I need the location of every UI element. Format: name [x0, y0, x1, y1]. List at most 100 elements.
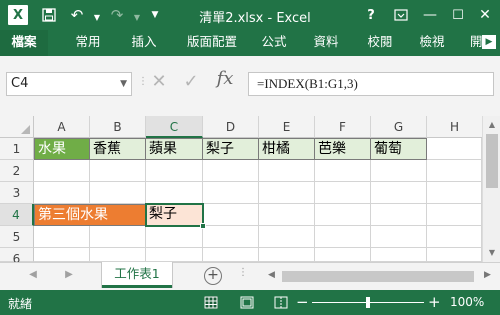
grid-cell[interactable] — [34, 182, 90, 204]
grid-cell[interactable] — [315, 248, 371, 262]
grid-cell[interactable] — [90, 226, 146, 248]
previous-sheet-icon[interactable]: ◀ — [26, 269, 40, 283]
column-header-c[interactable]: C — [146, 116, 203, 138]
grid-cell[interactable] — [259, 182, 315, 204]
grid-cell[interactable] — [315, 204, 371, 226]
fill-handle[interactable] — [200, 223, 206, 229]
grid-cell[interactable] — [427, 248, 482, 262]
redo-dropdown-icon[interactable]: ▼ — [128, 8, 146, 26]
grid-cell[interactable] — [427, 138, 482, 160]
column-header-e[interactable]: E — [259, 116, 315, 138]
cell-f1[interactable]: 芭樂 — [315, 138, 371, 160]
tab-page-layout[interactable]: 版面配置 — [180, 30, 244, 56]
grid-cell[interactable] — [427, 160, 482, 182]
formula-input[interactable]: =INDEX(B1:G1,3) — [248, 72, 494, 96]
grid-cell[interactable] — [146, 160, 203, 182]
close-icon[interactable]: ✕ — [476, 6, 494, 24]
normal-view-icon[interactable] — [204, 296, 218, 309]
scroll-right-icon[interactable]: ▶ — [484, 270, 491, 280]
add-sheet-icon[interactable]: + — [204, 267, 222, 285]
tab-formulas[interactable]: 公式 — [254, 30, 294, 56]
undo-icon[interactable]: ↶ — [68, 6, 86, 24]
zoom-out-icon[interactable]: − — [296, 293, 309, 311]
page-break-preview-icon[interactable] — [274, 296, 288, 309]
grid-cell[interactable] — [146, 182, 203, 204]
horizontal-scroll-thumb[interactable] — [282, 271, 474, 282]
customize-qat-icon[interactable]: ▼ — [146, 6, 164, 24]
cell-a4[interactable]: 第三個水果 — [34, 204, 146, 226]
grid-cell[interactable] — [371, 160, 427, 182]
tab-home[interactable]: 常用 — [68, 30, 108, 56]
save-icon[interactable] — [40, 6, 58, 24]
grid-cell[interactable] — [371, 204, 427, 226]
grid-cell[interactable] — [371, 248, 427, 262]
grid-cell[interactable] — [315, 182, 371, 204]
grid-cell[interactable] — [371, 226, 427, 248]
vertical-scrollbar[interactable]: ▲ ▼ — [482, 116, 500, 262]
cancel-icon[interactable]: ✕ — [148, 71, 170, 95]
zoom-in-icon[interactable]: + — [428, 293, 441, 311]
tab-file[interactable]: 檔案 — [0, 30, 48, 56]
cell-a1[interactable]: 水果 — [34, 138, 90, 160]
column-header-a[interactable]: A — [34, 116, 90, 138]
next-sheet-icon[interactable]: ▶ — [62, 269, 76, 283]
tab-insert[interactable]: 插入 — [124, 30, 164, 56]
grid-cell[interactable] — [203, 160, 259, 182]
grid-cell[interactable] — [315, 160, 371, 182]
column-header-d[interactable]: D — [203, 116, 259, 138]
row-header-1[interactable]: 1 — [0, 138, 34, 160]
scroll-left-icon[interactable]: ◀ — [268, 270, 275, 280]
name-box-dropdown-icon[interactable]: ▼ — [120, 73, 127, 95]
grid-cell[interactable] — [34, 248, 90, 262]
row-header-5[interactable]: 5 — [0, 226, 34, 248]
grid-cell[interactable] — [90, 182, 146, 204]
insert-function-icon[interactable]: fx — [212, 68, 238, 94]
tab-review[interactable]: 校閱 — [360, 30, 400, 56]
grid-cell[interactable] — [259, 226, 315, 248]
cell-c4[interactable]: 梨子 — [146, 204, 203, 226]
grid-cell[interactable] — [203, 204, 259, 226]
grid-cell[interactable] — [427, 226, 482, 248]
grid-cell[interactable] — [90, 248, 146, 262]
minimize-icon[interactable]: — — [421, 6, 439, 24]
cell-b1[interactable]: 香蕉 — [90, 138, 146, 160]
name-box[interactable]: C4 ▼ — [6, 72, 132, 96]
grid-cell[interactable] — [203, 226, 259, 248]
grid-cell[interactable] — [315, 226, 371, 248]
maximize-icon[interactable]: ☐ — [449, 6, 467, 24]
row-header-6[interactable]: 6 — [0, 248, 34, 266]
tab-data[interactable]: 資料 — [306, 30, 346, 56]
cell-g1[interactable]: 葡萄 — [371, 138, 427, 160]
grid-cell[interactable] — [203, 248, 259, 262]
row-header-2[interactable]: 2 — [0, 160, 34, 182]
grid-cell[interactable] — [371, 182, 427, 204]
grid-cell[interactable] — [146, 226, 203, 248]
row-header-4[interactable]: 4 — [0, 204, 34, 226]
cell-d1[interactable]: 梨子 — [203, 138, 259, 160]
scroll-down-icon[interactable]: ▼ — [487, 248, 497, 258]
tab-view[interactable]: 檢視 — [412, 30, 452, 56]
undo-dropdown-icon[interactable]: ▼ — [88, 8, 106, 26]
select-all-corner[interactable] — [0, 116, 34, 138]
grid-cell[interactable] — [90, 160, 146, 182]
formula-bar-divider-icon[interactable]: ⋮ — [138, 76, 148, 92]
cell-e1[interactable]: 柑橘 — [259, 138, 315, 160]
ribbon-display-options-icon[interactable] — [392, 6, 410, 24]
cell-c1[interactable]: 蘋果 — [146, 138, 203, 160]
grid-cell[interactable] — [259, 248, 315, 262]
tab-split-handle-icon[interactable]: ⋮ — [238, 267, 248, 278]
page-layout-icon[interactable] — [240, 296, 254, 309]
zoom-level[interactable]: 100% — [450, 295, 484, 309]
row-header-3[interactable]: 3 — [0, 182, 34, 204]
grid-cell[interactable] — [34, 160, 90, 182]
column-header-b[interactable]: B — [90, 116, 146, 138]
scroll-up-icon[interactable]: ▲ — [487, 120, 497, 130]
grid-cell[interactable] — [34, 226, 90, 248]
grid-cell[interactable] — [203, 182, 259, 204]
grid-cell[interactable] — [427, 182, 482, 204]
column-header-g[interactable]: G — [371, 116, 427, 138]
help-icon[interactable]: ? — [362, 6, 380, 24]
ribbon-scroll-icon[interactable]: ▶ — [482, 35, 496, 49]
redo-icon[interactable]: ↷ — [108, 6, 126, 24]
vertical-scroll-thumb[interactable] — [486, 134, 498, 188]
